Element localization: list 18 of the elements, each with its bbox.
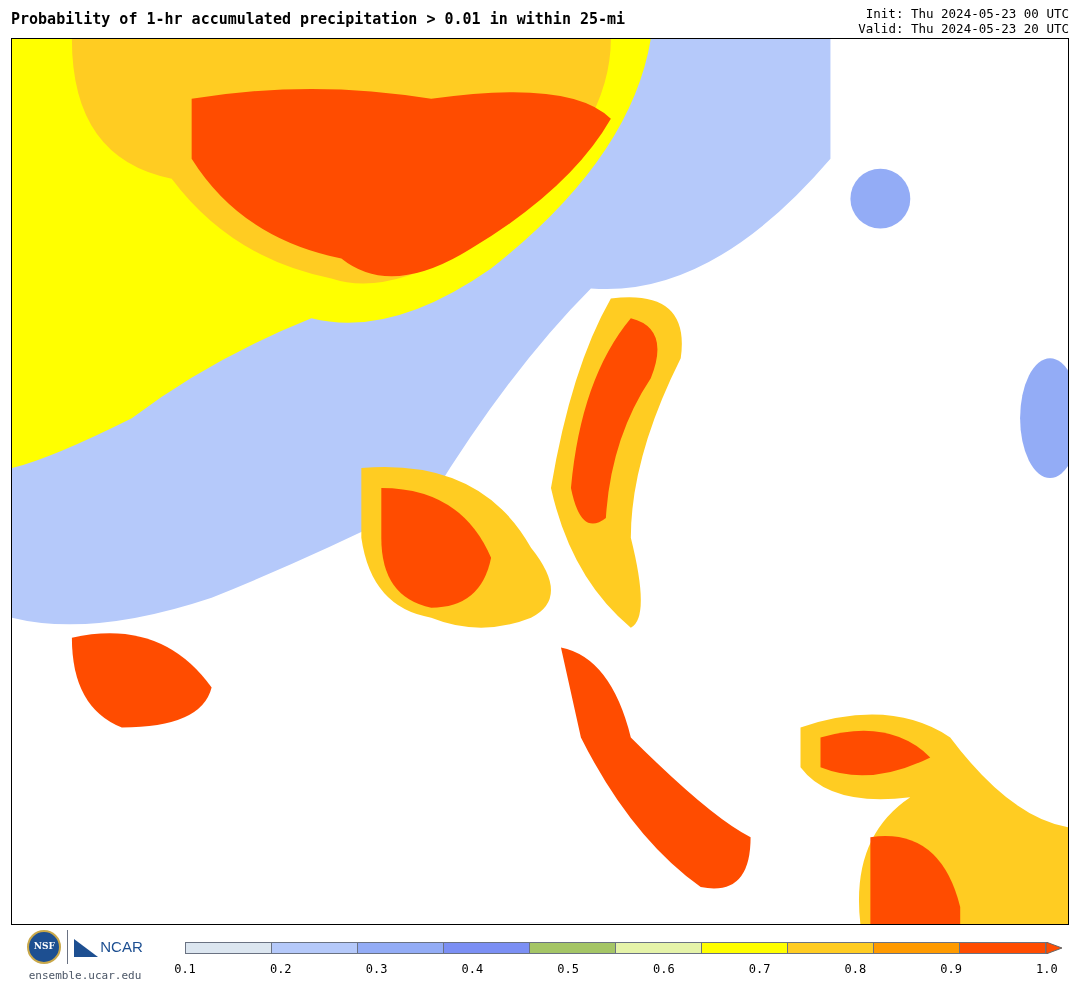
tick-label: 0.5 <box>557 961 580 978</box>
tick-label: 0.6 <box>652 961 675 978</box>
organization-name: NCAR <box>100 936 143 957</box>
tick-label: 0.1 <box>174 961 196 978</box>
tick-label: 0.7 <box>748 961 771 978</box>
triangle-logo-icon <box>74 937 99 957</box>
tick-label: 0.8 <box>844 961 867 978</box>
tick-label: 0.4 <box>461 961 484 978</box>
init-time: Init: Thu 2024-05-23 00 UTC <box>865 6 1069 21</box>
arrow-icon <box>1046 942 1062 954</box>
tick-label: 0.3 <box>365 961 388 978</box>
tick-label: 0.2 <box>269 961 292 978</box>
valid-time: Valid: Thu 2024-05-23 20 UTC <box>858 21 1069 36</box>
chart-title: Probability of 1-hr accumulated precipitation > 0.01 in within 25-mi <box>11 12 626 27</box>
tick-label: 1.0 <box>1035 961 1058 978</box>
seal-logo: NSF <box>27 930 62 964</box>
website-url: ensemble.ucar.edu <box>28 968 142 984</box>
tick-label: 0.9 <box>940 961 963 978</box>
